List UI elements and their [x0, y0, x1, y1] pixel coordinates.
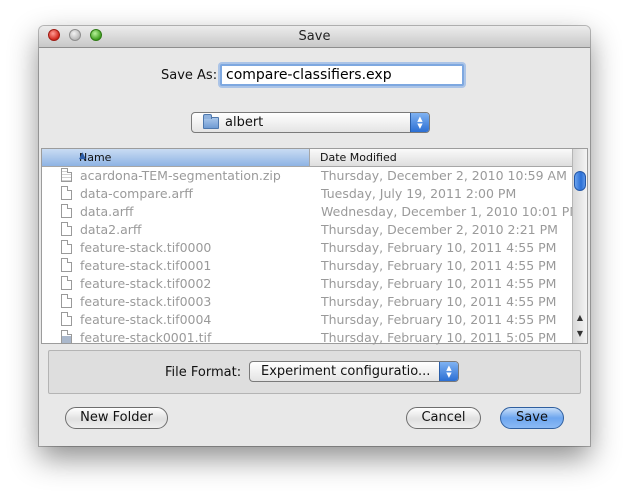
location-folder-name: albert	[225, 115, 264, 130]
file-date: Tuesday, July 19, 2011 2:00 PM	[321, 186, 517, 201]
popup-arrows-icon: ▲ ▼	[410, 113, 429, 132]
column-header-name[interactable]: Name ▲	[42, 149, 310, 166]
file-date: Thursday, February 10, 2011 4:55 PM	[321, 294, 557, 309]
file-name: data2.arff	[80, 222, 142, 237]
file-row[interactable]: feature-stack.tif0000 Thursday, February…	[42, 239, 573, 257]
file-format-bar: File Format: Experiment configuratio... …	[48, 350, 581, 394]
document-icon	[61, 240, 72, 254]
file-name: data.arff	[80, 204, 134, 219]
scroll-down-arrow-icon[interactable]: ▼	[573, 327, 587, 341]
file-name: feature-stack.tif0004	[80, 312, 212, 327]
document-icon	[61, 312, 72, 326]
file-row[interactable]: data.arff Wednesday, December 1, 2010 10…	[42, 203, 580, 221]
new-folder-button[interactable]: New Folder	[65, 407, 168, 429]
file-name: feature-stack.tif0000	[80, 240, 212, 255]
file-browser: Name ▲ Date Modified acardona-TEM-segmen…	[41, 148, 588, 347]
vertical-scrollbar[interactable]: ▲ ▼	[572, 149, 587, 343]
document-icon	[61, 294, 72, 308]
file-name: feature-stack.tif0003	[80, 294, 212, 309]
document-icon	[61, 258, 72, 272]
file-format-label: File Format:	[165, 365, 242, 380]
document-icon	[61, 222, 72, 236]
save-as-input[interactable]: compare-classifiers.exp	[220, 64, 464, 86]
file-date: Thursday, February 10, 2011 4:55 PM	[321, 258, 557, 273]
popup-arrows-icon: ▲ ▼	[439, 362, 458, 381]
title-bar[interactable]: Save	[39, 26, 590, 48]
file-date: Thursday, December 2, 2010 10:59 AM	[321, 168, 567, 183]
file-rows: acardona-TEM-segmentation.zip Thursday, …	[42, 167, 580, 347]
document-icon	[61, 186, 72, 200]
file-row[interactable]: feature-stack.tif0003 Thursday, February…	[42, 293, 573, 311]
document-icon	[61, 276, 72, 290]
save-as-label: Save As:	[161, 68, 218, 83]
file-name: feature-stack.tif0001	[80, 258, 212, 273]
file-row[interactable]: acardona-TEM-segmentation.zip Thursday, …	[42, 167, 573, 185]
file-date: Thursday, February 10, 2011 4:55 PM	[321, 276, 557, 291]
file-date: Thursday, December 2, 2010 2:21 PM	[321, 222, 558, 237]
column-header-date-modified[interactable]: Date Modified	[310, 149, 573, 166]
file-row[interactable]: data2.arff Thursday, December 2, 2010 2:…	[42, 221, 573, 239]
file-row[interactable]: feature-stack.tif0001 Thursday, February…	[42, 257, 573, 275]
scroll-up-arrow-icon[interactable]: ▲	[573, 311, 587, 325]
file-name: feature-stack0001.tif	[80, 330, 212, 345]
file-row[interactable]: data-compare.arff Tuesday, July 19, 2011…	[42, 185, 573, 203]
list-header: Name ▲ Date Modified	[42, 149, 573, 167]
image-file-icon	[61, 330, 72, 344]
window-title: Save	[298, 29, 331, 44]
file-date: Thursday, February 10, 2011 5:05 PM	[321, 330, 557, 345]
file-date: Thursday, February 10, 2011 4:55 PM	[321, 240, 557, 255]
file-row[interactable]: feature-stack.tif0004 Thursday, February…	[42, 311, 573, 329]
zip-file-icon	[61, 168, 72, 182]
file-name: feature-stack.tif0002	[80, 276, 212, 291]
file-format-popup[interactable]: Experiment configuratio... ▲ ▼	[249, 361, 459, 382]
cancel-button[interactable]: Cancel	[406, 407, 481, 429]
sort-ascending-icon: ▲	[79, 151, 86, 161]
file-name: acardona-TEM-segmentation.zip	[80, 168, 281, 183]
folder-icon	[203, 114, 219, 129]
document-icon	[61, 204, 72, 218]
file-date: Wednesday, December 1, 2010 10:01 PM	[321, 204, 581, 219]
location-popup[interactable]: albert ▲ ▼	[191, 112, 430, 133]
save-button[interactable]: Save	[500, 407, 564, 429]
file-date: Thursday, February 10, 2011 4:55 PM	[321, 312, 557, 327]
file-row[interactable]: feature-stack0001.tif Thursday, February…	[42, 329, 573, 347]
file-format-value: Experiment configuratio...	[261, 364, 431, 379]
scrollbar-thumb[interactable]	[574, 171, 586, 191]
file-row[interactable]: feature-stack.tif0002 Thursday, February…	[42, 275, 573, 293]
save-dialog: Save Save As: compare-classifiers.exp al…	[39, 26, 590, 446]
file-name: data-compare.arff	[80, 186, 193, 201]
